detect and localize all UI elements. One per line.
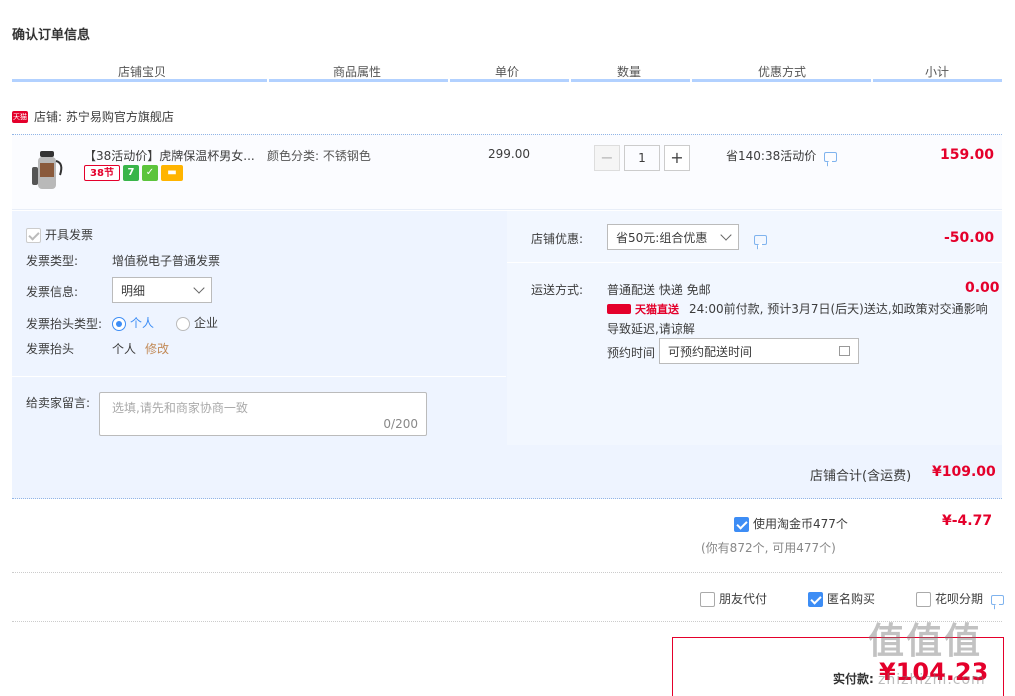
tmall-direct-badge: 天猫直送 [607,301,679,317]
invoice-header-value: 个人 [112,342,137,356]
huabei-checkbox[interactable] [916,592,931,607]
huabei-label: 花呗分期 [935,592,984,606]
actual-pay-label: 实付款: [833,672,874,686]
store-total-amount: ¥109.00 [932,464,996,480]
shield-icon: ✓ [142,165,158,181]
quantity-stepper: − 1 + [594,145,690,171]
store-total-label: 店铺合计(含运费) [810,469,912,484]
chat-icon[interactable] [990,594,1004,605]
anonymous-label: 匿名购买 [827,592,876,606]
chat-icon[interactable] [754,234,767,245]
chevron-down-icon [720,229,732,241]
message-char-count: 0/200 [383,417,418,431]
coins-label: 使用淘金币477个 [753,517,848,531]
tag-38-festival: 38节 [84,165,120,181]
divider [507,262,1002,263]
store-discount-select[interactable]: 省50元:组合优惠 [607,224,739,250]
column-header-item: 店铺宝贝 [117,65,166,79]
invoice-toggle[interactable]: 开具发票 [26,226,93,243]
store-discount-amount: -50.00 [944,230,995,246]
coins-checkbox[interactable] [734,517,749,532]
shop-name[interactable]: 店铺: 苏宁易购官方旗舰店 [34,108,174,125]
invoice-header-label: 发票抬头 [26,342,75,356]
store-discount-label: 店铺优惠: [531,232,584,246]
column-header-subtotal: 小计 [924,65,949,79]
page-title: 确认订单信息 [12,28,91,43]
shipping-note-line2: 导致延迟,请谅解 [607,322,695,336]
store-discount-value: 省50元:组合优惠 [616,230,708,245]
friend-pay-label: 朋友代付 [719,592,768,606]
column-header-attr: 商品属性 [332,65,381,79]
divider [12,572,1002,573]
radio-company-label: 企业 [194,316,219,330]
anonymous-checkbox[interactable] [808,592,823,607]
product-attr: 颜色分类: 不锈钢色 [267,149,371,163]
huabei-option[interactable]: 花呗分期 [916,590,1004,607]
column-header-bar: 店铺宝贝 商品属性 单价 数量 优惠方式 小计 [12,60,1002,82]
calendar-icon [839,346,850,356]
product-thumbnail[interactable] [30,149,66,193]
coins-amount: ¥-4.77 [942,513,993,529]
tmall-logo-icon: 天猫 [12,110,28,123]
invoice-modify-link[interactable]: 修改 [145,340,169,357]
invoice-info-select[interactable]: 明细 [112,277,212,303]
order-item-row: 【38活动价】虎牌保温杯男女... 38节 7 ✓ ▬ 颜色分类: 不锈钢色 2… [12,134,1002,210]
watermark-url: zhizhizhi.com [878,672,986,688]
product-title[interactable]: 【38活动价】虎牌保温杯男女... [84,147,255,164]
shipping-note-line1: 24:00前付款, 预计3月7日(后天)送达,如政策对交通影响 [689,302,988,316]
invoice-type-value: 增值税电子普通发票 [112,254,221,268]
qty-increase-button[interactable]: + [664,145,690,171]
item-subtotal: 159.00 [940,147,995,163]
seller-message-input[interactable]: 选填,请先和商家协商一致 0/200 [99,392,427,436]
radio-personal-label: 个人 [130,316,155,330]
radio-off-icon[interactable] [176,316,190,331]
shipping-method: 普通配送 快递 免邮 [607,283,711,297]
tmall-direct-label: 天猫直送 [635,303,679,316]
message-label: 给卖家留言: [26,396,91,410]
radio-on-icon[interactable] [112,316,126,331]
column-header-price: 单价 [494,65,519,79]
divider [12,376,506,377]
promo-text: 省140:38活动价 [726,147,838,164]
invoice-type-label: 发票类型: [26,254,79,268]
unit-price: 299.00 [488,147,530,161]
shop-row: 天猫 店铺: 苏宁易购官方旗舰店 [12,108,174,125]
invoice-header-type-label: 发票抬头类型: [26,317,103,331]
shipping-label: 运送方式: [531,283,584,297]
use-coins-option[interactable]: 使用淘金币477个 [734,515,848,532]
divider [12,621,1002,622]
appointment-placeholder: 可预约配送时间 [668,344,753,359]
friend-pay-checkbox[interactable] [700,592,715,607]
invoice-info-value: 明细 [121,283,146,298]
appointment-time-input[interactable]: 可预约配送时间 [659,338,859,364]
chat-icon[interactable] [824,151,838,162]
watermark-logo: 值值值 [868,621,983,662]
anonymous-option[interactable]: 匿名购买 [808,590,875,607]
column-header-promo: 优惠方式 [757,65,806,79]
invoice-toggle-label: 开具发票 [45,228,94,242]
invoice-checkbox[interactable] [26,228,41,243]
radio-personal[interactable]: 个人 [112,314,154,331]
tag-seven-day-return: 7 [123,165,139,181]
invoice-info-label: 发票信息: [26,285,79,299]
friend-pay-option[interactable]: 朋友代付 [700,590,767,607]
qty-input[interactable]: 1 [624,145,660,171]
chevron-down-icon [193,282,205,294]
column-header-qty: 数量 [616,65,641,79]
qty-decrease-button[interactable]: − [594,145,620,171]
tmall-cat-icon [607,304,631,314]
coins-detail: (你有872个, 可用477个) [701,541,836,555]
card-icon: ▬ [161,165,183,181]
promo-label: 省140:38活动价 [726,149,817,163]
shipping-amount: 0.00 [965,280,1000,296]
message-placeholder: 选填,请先和商家协商一致 [112,401,248,415]
appointment-label: 预约时间 [607,346,656,360]
product-tags: 38节 7 ✓ ▬ [84,165,186,181]
radio-company[interactable]: 企业 [176,314,218,331]
